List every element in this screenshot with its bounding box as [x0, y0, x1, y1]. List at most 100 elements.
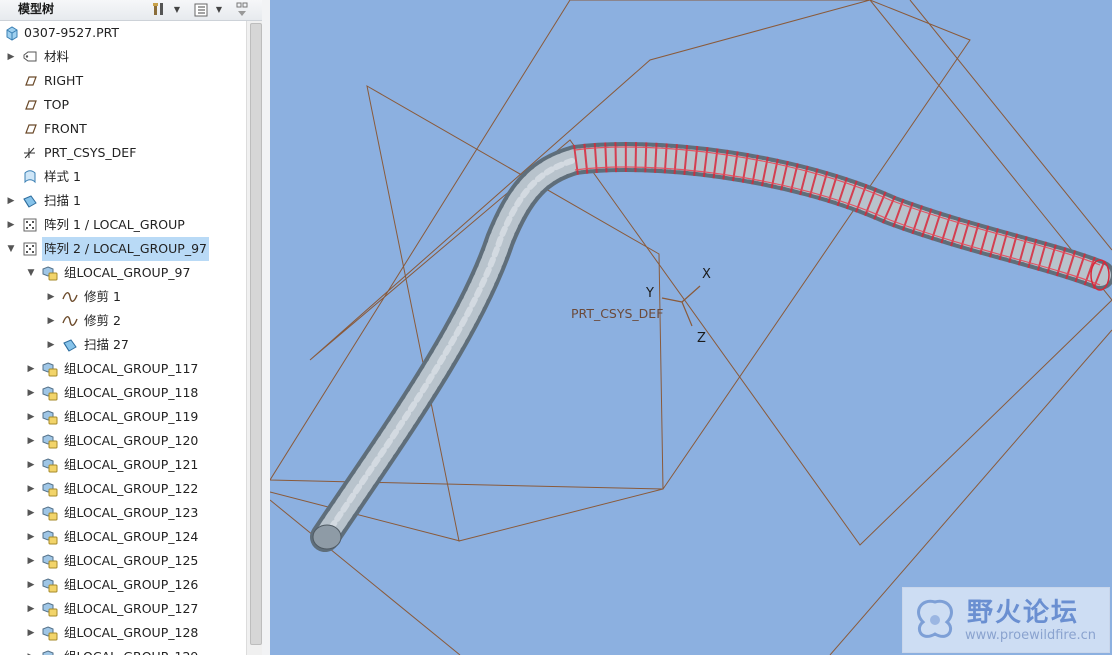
tree-item-label: 扫描 27 [84, 337, 129, 352]
trim-icon [62, 292, 78, 302]
datum-planes [270, 0, 1112, 655]
tree-root-label: 0307-9527.PRT [24, 25, 120, 40]
tree-item[interactable]: ▶ 组LOCAL_GROUP_127 [0, 597, 246, 621]
expand-down-icon[interactable]: ▼ [6, 237, 16, 261]
tree-item[interactable]: ▶ 组LOCAL_GROUP_118 [0, 381, 246, 405]
group-icon [42, 362, 58, 377]
group-icon [42, 578, 58, 593]
tree-item[interactable]: ▼ 阵列 2 / LOCAL_GROUP_97 [0, 237, 246, 261]
tree-item[interactable]: ▶ 组LOCAL_GROUP_124 [0, 525, 246, 549]
tree-item[interactable]: 样式 1 [0, 165, 246, 189]
splitter[interactable] [262, 0, 270, 655]
tree-item[interactable]: ▶ 组LOCAL_GROUP_123 [0, 501, 246, 525]
filter-icon[interactable] [234, 1, 250, 18]
group-icon [42, 602, 58, 617]
expand-right-icon[interactable]: ▶ [26, 621, 36, 645]
part-icon [6, 26, 18, 41]
tree-item[interactable]: PRT_CSYS_DEF [0, 141, 246, 165]
tree-root[interactable]: 0307-9527.PRT [0, 21, 246, 45]
datum-plane-front [270, 0, 971, 490]
tree-item-label: 组LOCAL_GROUP_124 [64, 529, 199, 544]
expand-right-icon[interactable]: ▶ [26, 597, 36, 621]
expand-right-icon[interactable]: ▶ [26, 405, 36, 429]
model-tree: 0307-9527.PRT ▶ 材料 RIGHT TOP FRONT PRT_CSYS_D… [0, 21, 246, 655]
tree-item-label: 阵列 2 / LOCAL_GROUP_97 [42, 237, 209, 261]
group-icon [42, 626, 58, 641]
group-icon [42, 266, 58, 281]
tree-item[interactable]: ▶ 扫描 27 [0, 333, 246, 357]
tube-end-cap [312, 524, 342, 550]
group-icon [42, 482, 58, 497]
tree-item[interactable]: ▶ 组LOCAL_GROUP_121 [0, 453, 246, 477]
tree-item[interactable]: ▶ 组LOCAL_GROUP_120 [0, 429, 246, 453]
model-scene [270, 0, 1112, 655]
tree-item[interactable]: FRONT [0, 117, 246, 141]
expand-right-icon[interactable]: ▶ [6, 45, 16, 69]
tree-item[interactable]: ▶ 组LOCAL_GROUP_119 [0, 405, 246, 429]
expand-right-icon[interactable]: ▶ [26, 357, 36, 381]
tree-item[interactable]: ▶ 修剪 1 [0, 285, 246, 309]
settings-tools-icon[interactable] [150, 1, 168, 18]
datum-plane-icon [25, 76, 37, 86]
expand-right-icon[interactable]: ▶ [26, 645, 36, 655]
tree-item-label: 修剪 1 [84, 289, 121, 304]
model-tree-header: 模型树 ▼ ▼ [0, 0, 262, 21]
group-icon [42, 458, 58, 473]
tree-item[interactable]: ▶ 组LOCAL_GROUP_117 [0, 357, 246, 381]
show-list-icon[interactable] [192, 1, 210, 18]
tree-item-label: 组LOCAL_GROUP_119 [64, 409, 199, 424]
expand-right-icon[interactable]: ▶ [46, 285, 56, 309]
datum-plane-icon [25, 100, 37, 110]
tree-item-label: 组LOCAL_GROUP_127 [64, 601, 199, 616]
tree-item-label: 材料 [44, 49, 70, 64]
tree-item[interactable]: ▶ 组LOCAL_GROUP_126 [0, 573, 246, 597]
expand-right-icon[interactable]: ▶ [26, 573, 36, 597]
expand-right-icon[interactable]: ▶ [6, 189, 16, 213]
tree-scrollbar[interactable] [246, 21, 262, 655]
watermark-url: www.proewildfire.cn [965, 628, 1096, 643]
group-icon [42, 386, 58, 401]
tree-item[interactable]: TOP [0, 93, 246, 117]
expand-right-icon[interactable]: ▶ [26, 429, 36, 453]
tree-item[interactable]: ▶ 组LOCAL_GROUP_125 [0, 549, 246, 573]
chevron-down-icon[interactable]: ▼ [214, 1, 224, 18]
tree-item[interactable]: ▶ 扫描 1 [0, 189, 246, 213]
tree-item-label: 组LOCAL_GROUP_117 [64, 361, 199, 376]
csys-name-label: PRT_CSYS_DEF [571, 306, 664, 321]
scroll-thumb[interactable] [250, 23, 262, 645]
expand-right-icon[interactable]: ▶ [26, 549, 36, 573]
watermark-title: 野火论坛 [967, 598, 1080, 628]
tree-item-label: 组LOCAL_GROUP_97 [64, 265, 191, 280]
x-axis [681, 285, 701, 303]
tree-item[interactable]: ▶ 组LOCAL_GROUP_128 [0, 621, 246, 645]
csys-icon [24, 147, 35, 159]
group-icon [42, 506, 58, 521]
datum-plane-icon [25, 124, 37, 134]
chevron-down-icon[interactable]: ▼ [172, 1, 182, 18]
tree-item[interactable]: RIGHT [0, 69, 246, 93]
expand-right-icon[interactable]: ▶ [46, 333, 56, 357]
expand-right-icon[interactable]: ▶ [26, 501, 36, 525]
tree-item-label: 组LOCAL_GROUP_129 [64, 645, 198, 655]
expand-right-icon[interactable]: ▶ [26, 477, 36, 501]
datum-plane-right [309, 0, 1112, 546]
expand-right-icon[interactable]: ▶ [26, 525, 36, 549]
expand-right-icon[interactable]: ▶ [46, 309, 56, 333]
graphics-viewport[interactable]: X Y Z PRT_CSYS_DEF 野火论坛 www.proewildfire… [270, 0, 1112, 655]
pattern-icon [23, 242, 37, 256]
material-icon [23, 51, 37, 62]
tree-item[interactable]: ▶ 组LOCAL_GROUP_129 [0, 645, 246, 655]
tree-item[interactable]: ▶ 组LOCAL_GROUP_122 [0, 477, 246, 501]
expand-down-icon[interactable]: ▼ [26, 261, 36, 285]
expand-right-icon[interactable]: ▶ [26, 381, 36, 405]
tree-item[interactable]: ▶ 阵列 1 / LOCAL_GROUP [0, 213, 246, 237]
expand-right-icon[interactable]: ▶ [26, 453, 36, 477]
tree-item-label: 组LOCAL_GROUP_126 [64, 577, 199, 592]
tree-item[interactable]: ▶ 修剪 2 [0, 309, 246, 333]
watermark: 野火论坛 www.proewildfire.cn [902, 587, 1110, 653]
tree-item[interactable]: ▶ 材料 [0, 45, 246, 69]
axis-y-label: Y [646, 286, 654, 301]
expand-right-icon[interactable]: ▶ [6, 213, 16, 237]
tree-item[interactable]: ▼ 组LOCAL_GROUP_97 [0, 261, 246, 285]
tree-item-label: TOP [44, 97, 70, 112]
